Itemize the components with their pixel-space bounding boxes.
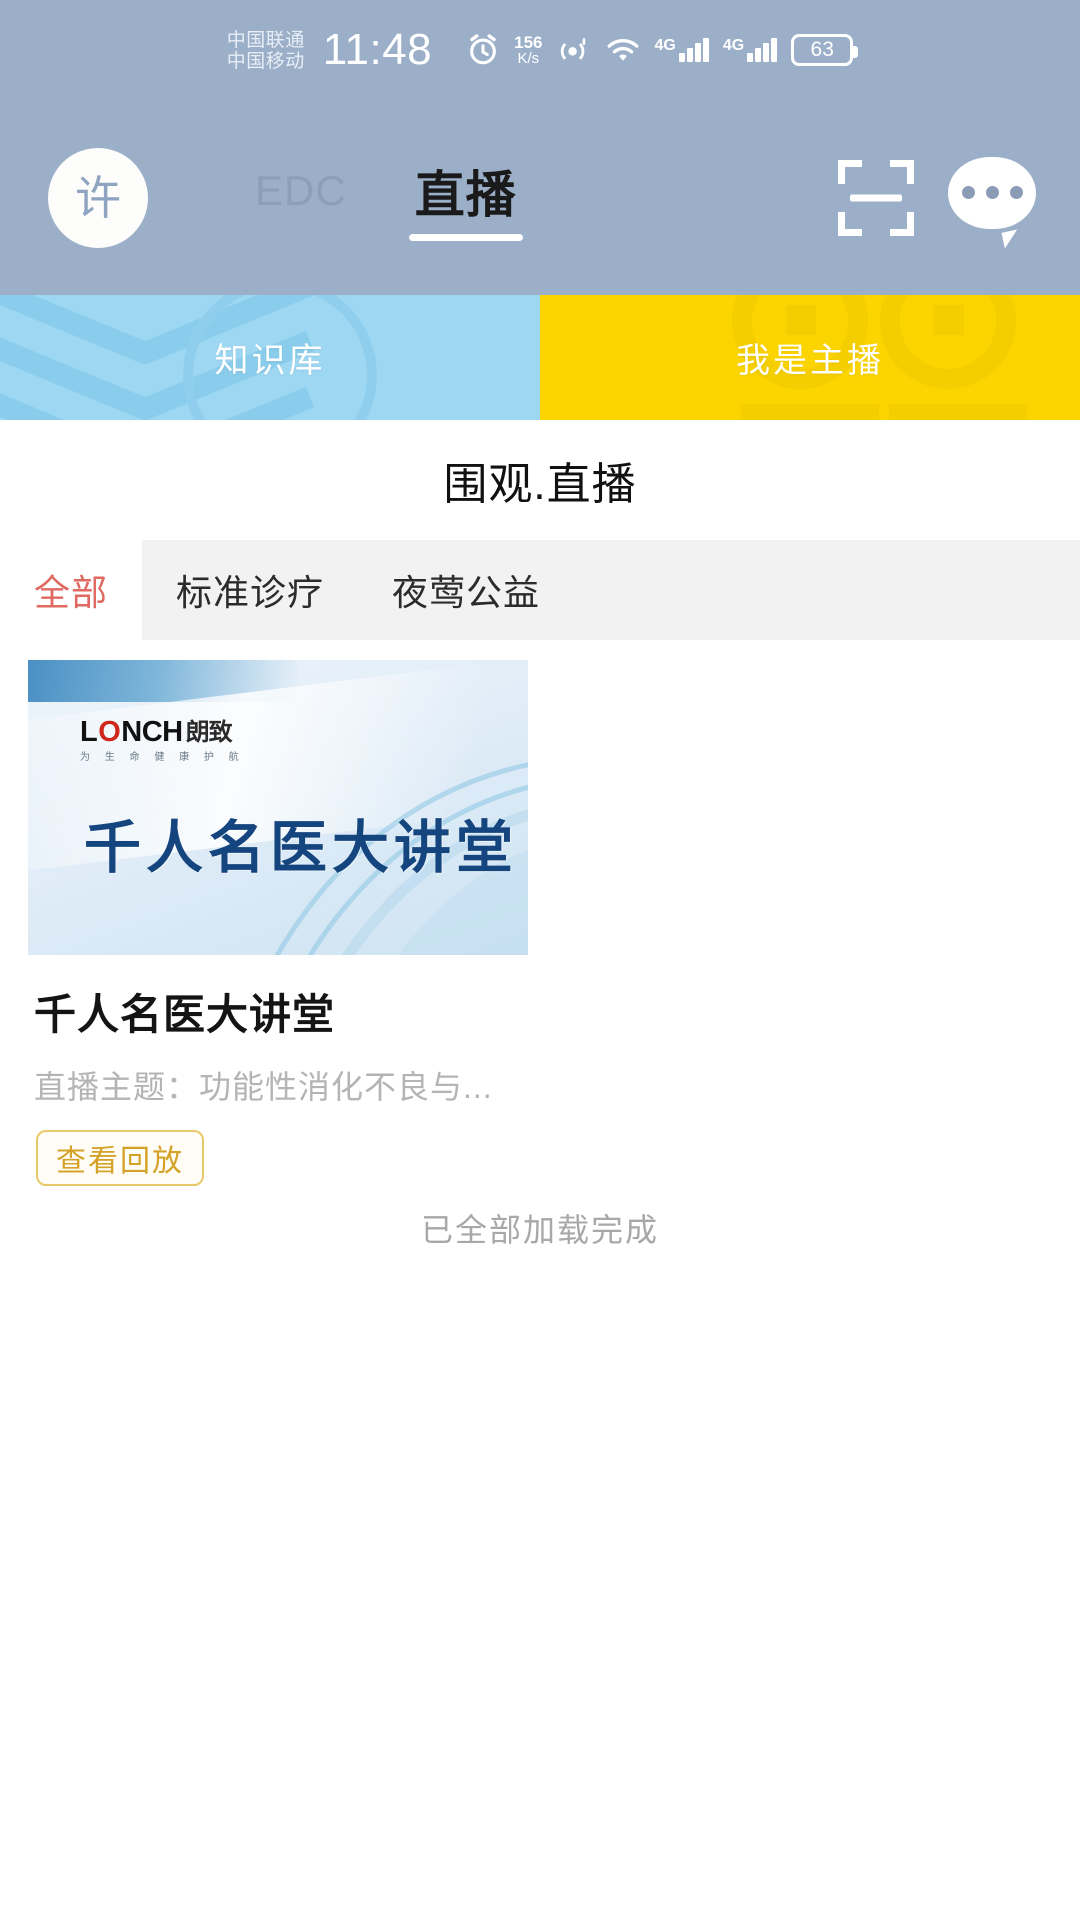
filter-tab-all-label: 全部: [34, 572, 109, 613]
app-header: 许 EDC 直播: [0, 100, 1080, 295]
live-card-thumbnail[interactable]: L O NCH 朗致 为 生 命 健 康 护 航 千人名医大讲堂: [28, 660, 528, 955]
view-playback-button-label: 查看回放: [56, 1145, 184, 1178]
page-title-text: 围观.直播: [443, 460, 637, 509]
banner-i-am-host[interactable]: 我是主播: [540, 295, 1080, 420]
sim2-bars: [747, 38, 778, 62]
tab-active-indicator: [408, 233, 523, 241]
message-bubble-tail: [1001, 229, 1021, 248]
loaded-all-text: 已全部加载完成: [420, 1212, 659, 1248]
tab-live-label: 直播: [414, 166, 517, 223]
filter-tab-all[interactable]: 全部: [0, 540, 143, 640]
avatar[interactable]: 许: [48, 147, 148, 248]
wifi-icon: [607, 39, 638, 61]
thumbnail-headline: 千人名医大讲堂: [84, 814, 518, 881]
carrier-labels: 中国联通 中国移动: [227, 30, 305, 73]
page-title: 围观.直播: [0, 420, 1080, 540]
alarm-icon: [470, 34, 497, 65]
sim2-label: 4G: [722, 37, 745, 54]
message-bubble-body: [948, 156, 1036, 229]
carrier-secondary: 中国移动: [226, 51, 305, 72]
header-tabs: EDC 直播: [255, 155, 523, 241]
bubble-dot: [961, 186, 975, 199]
status-clock: 11:48: [322, 25, 433, 74]
battery-indicator: 63: [791, 34, 859, 66]
network-speed: 156 K/s: [514, 34, 542, 66]
banner-knowledge-base[interactable]: 知识库: [0, 295, 540, 420]
avatar-initial: 许: [75, 171, 121, 224]
filter-tab-nightingale-charity-label: 夜莺公益: [392, 572, 541, 613]
thumbnail-logo-wordmark: L O NCH 朗致: [80, 718, 245, 747]
sim1-signal: 4G: [655, 38, 709, 62]
hotspot-icon: [560, 38, 585, 60]
filter-tab-standard-care[interactable]: 标准诊疗: [142, 540, 358, 640]
logo-chinese-name: 朗致: [185, 718, 233, 746]
header-actions: [838, 156, 1036, 248]
network-speed-unit: K/s: [517, 50, 540, 67]
thumbnail-logo: L O NCH 朗致 为 生 命 健 康 护 航: [80, 718, 245, 763]
section-banner: 知识库 我是主播: [0, 295, 1080, 420]
logo-letters-rest: NCH: [121, 716, 183, 748]
tab-edc[interactable]: EDC: [255, 167, 347, 229]
network-speed-value: 156: [514, 33, 543, 52]
view-playback-button[interactable]: 查看回放: [36, 1130, 204, 1186]
status-bar: 中国联通 中国移动 11:48 156 K/s 4G 4G 63: [0, 0, 1080, 100]
battery-percent: 63: [810, 38, 834, 61]
message-bubble-icon[interactable]: [948, 156, 1036, 248]
sim1-bars: [678, 38, 709, 62]
status-icons: 156 K/s 4G 4G 63: [466, 33, 859, 67]
sim1-label: 4G: [654, 37, 676, 54]
phone-screen: 中国联通 中国移动 11:48 156 K/s 4G 4G 63 许 EDC 直…: [0, 0, 1080, 1920]
thumbnail-logo-tagline: 为 生 命 健 康 护 航: [80, 752, 245, 763]
filter-tab-nightingale-charity[interactable]: 夜莺公益: [358, 540, 574, 640]
live-card-title: 千人名医大讲堂: [34, 991, 336, 1038]
filter-tab-standard-care-label: 标准诊疗: [176, 572, 325, 613]
loaded-all-message: 已全部加载完成: [0, 1205, 1080, 1251]
logo-letter-l: L: [80, 716, 98, 748]
filter-tabs: 全部 标准诊疗 夜莺公益: [0, 540, 1080, 640]
tab-edc-label: EDC: [255, 166, 347, 214]
live-card-subtitle: 直播主题：功能性消化不良与...: [34, 1069, 493, 1105]
live-card[interactable]: L O NCH 朗致 为 生 命 健 康 护 航 千人名医大讲堂 千人名医大讲堂 直播…: [0, 660, 1080, 1186]
bubble-dot: [985, 186, 999, 199]
filter-tabs-spacer: [574, 540, 1080, 640]
bubble-dot: [1009, 186, 1023, 199]
carrier-primary: 中国联通: [226, 29, 305, 51]
logo-letter-o: O: [98, 716, 121, 748]
banner-knowledge-base-label: 知识库: [214, 342, 326, 380]
tab-live[interactable]: 直播: [408, 155, 523, 241]
sim2-signal: 4G: [722, 37, 778, 62]
scan-icon[interactable]: [838, 159, 914, 236]
banner-i-am-host-label: 我是主播: [736, 342, 884, 380]
